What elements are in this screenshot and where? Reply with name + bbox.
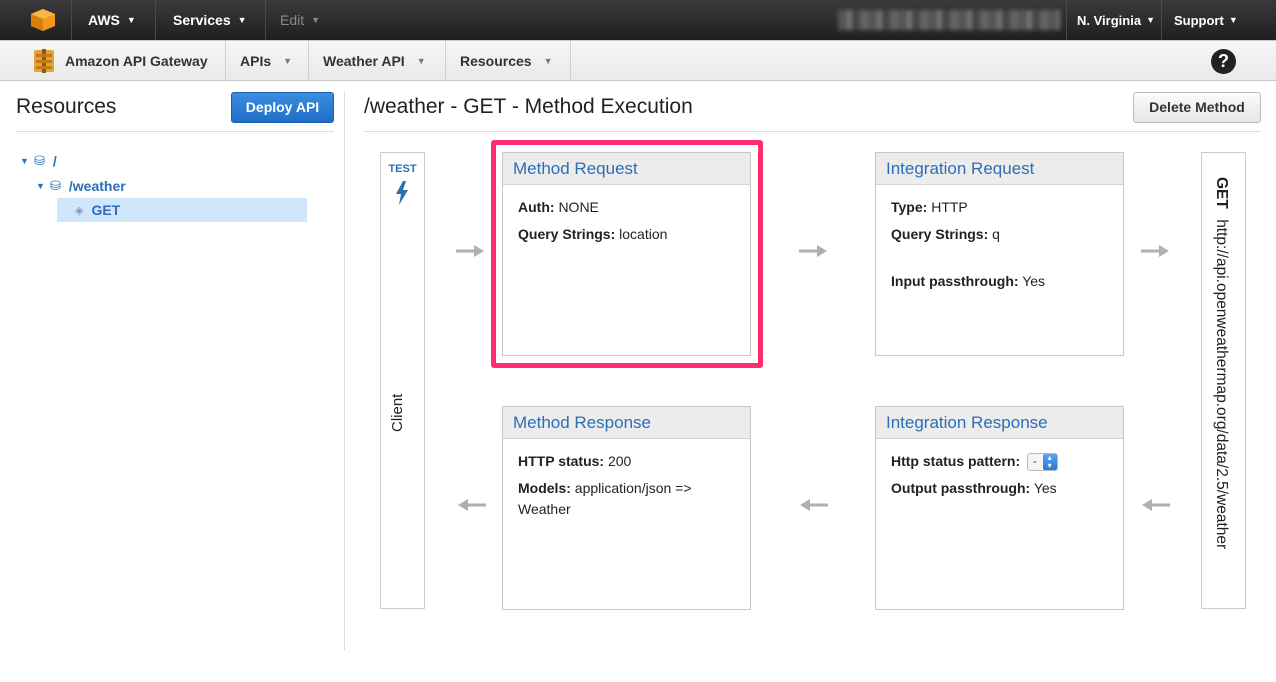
input-passthrough-key: Input passthrough:: [891, 273, 1019, 289]
help-icon[interactable]: ?: [1211, 49, 1236, 74]
topbar-divider: [71, 0, 72, 40]
chevron-down-icon: ▼: [237, 15, 247, 25]
tree-item-label: /weather: [68, 178, 126, 194]
resources-menu[interactable]: Resources ▼: [446, 41, 571, 81]
service-home-link[interactable]: Amazon API Gateway: [15, 41, 226, 81]
arrow-left-icon: [1142, 499, 1170, 511]
services-menu[interactable]: Services ▼: [173, 0, 247, 40]
deploy-api-button[interactable]: Deploy API: [231, 92, 334, 123]
chevron-down-icon: ▼: [126, 15, 136, 25]
region-menu[interactable]: N. Virginia ▼: [1077, 0, 1155, 40]
resource-icon: ⛁: [50, 178, 61, 193]
chevron-down-icon: ▼: [1146, 15, 1155, 25]
chevron-down-icon: ▼: [416, 56, 426, 66]
test-link[interactable]: TEST: [381, 163, 424, 175]
topbar-divider: [1066, 0, 1067, 40]
support-label: Support: [1174, 12, 1224, 28]
tree-item-weather[interactable]: ▼ ⛁ /weather: [36, 174, 126, 198]
integration-response-box[interactable]: Integration Response Http status pattern…: [875, 406, 1124, 610]
client-label: Client: [389, 393, 406, 433]
panel-divider: [344, 92, 345, 650]
resources-heading: Resources: [16, 95, 117, 118]
lightning-bolt-icon[interactable]: [395, 181, 409, 205]
endpoint-panel: GET http://api.openweathermap.org/data/2…: [1201, 152, 1246, 609]
api-name: Weather API: [323, 53, 405, 69]
aws-menu[interactable]: AWS ▼: [88, 0, 136, 40]
service-nav-bar: Amazon API Gateway APIs ▼ Weather API ▼ …: [0, 40, 1276, 81]
endpoint-method: GET: [1213, 177, 1230, 209]
api-selector[interactable]: Weather API ▼: [309, 41, 446, 81]
type-value: HTTP: [931, 199, 968, 215]
http-status-key: HTTP status:: [518, 453, 605, 469]
highlight-annotation: [491, 140, 763, 368]
endpoint-label: GET http://api.openweathermap.org/data/2…: [1212, 177, 1230, 549]
topbar-divider: [155, 0, 156, 40]
account-name-redacted[interactable]: [838, 10, 1060, 30]
tree-item-root[interactable]: ▼ ⛁ /: [20, 149, 57, 173]
tree-item-label: GET: [91, 202, 121, 218]
tree-item-get[interactable]: ◈ GET: [75, 198, 120, 222]
arrow-right-icon: [1141, 245, 1169, 257]
resources-label: Resources: [460, 53, 532, 69]
topbar-divider: [1161, 0, 1162, 40]
support-menu[interactable]: Support ▼: [1174, 0, 1238, 40]
region-label: N. Virginia: [1077, 12, 1142, 28]
topbar-divider: [265, 0, 266, 40]
integration-request-title[interactable]: Integration Request: [876, 153, 1123, 185]
tree-item-label: /: [52, 153, 57, 169]
chevron-down-icon: ▼: [311, 15, 321, 25]
chevron-down-icon: ▼: [543, 56, 553, 66]
top-bar: AWS ▼ Services ▼ Edit ▼ N. Virginia ▼ Su…: [0, 0, 1276, 40]
caret-down-icon[interactable]: ▼: [36, 181, 50, 191]
status-pattern-select[interactable]: - ▴ ▾: [1027, 453, 1058, 472]
page-title: /weather - GET - Method Execution: [364, 95, 693, 118]
arrow-right-icon: [799, 245, 827, 257]
services-menu-label: Services: [173, 12, 231, 28]
client-panel: TEST Client: [380, 152, 425, 609]
apis-label: APIs: [240, 53, 272, 69]
output-passthrough-key: Output passthrough:: [891, 480, 1031, 496]
method-response-box[interactable]: Method Response HTTP status: 200 Models:…: [502, 406, 751, 610]
chevron-down-icon: ▼: [1228, 15, 1238, 25]
query-strings-value: q: [992, 226, 1000, 242]
stepper-icon: ▴ ▾: [1042, 454, 1057, 471]
service-name: Amazon API Gateway: [65, 53, 208, 69]
http-status-value: 200: [607, 453, 632, 469]
caret-down-icon[interactable]: ▼: [20, 156, 34, 166]
aws-cube-icon[interactable]: [30, 8, 56, 32]
aws-menu-label: AWS: [88, 12, 120, 28]
delete-method-button[interactable]: Delete Method: [1133, 92, 1261, 123]
arrow-left-icon: [458, 499, 486, 511]
status-pattern-value: -: [1033, 455, 1037, 468]
divider: [15, 131, 334, 132]
divider: [364, 131, 1261, 132]
chevron-down-icon: ▼: [283, 56, 293, 66]
edit-menu-label: Edit: [280, 12, 305, 28]
type-key: Type:: [891, 199, 928, 215]
method-cube-icon: ◈: [75, 204, 84, 217]
arrow-right-icon: [456, 245, 484, 257]
output-passthrough-value: Yes: [1033, 480, 1057, 496]
integration-response-title[interactable]: Integration Response: [876, 407, 1123, 439]
endpoint-url: http://api.openweathermap.org/data/2.5/w…: [1213, 219, 1230, 550]
resource-icon: ⛁: [34, 153, 45, 168]
integration-request-box[interactable]: Integration Request Type: HTTP Query Str…: [875, 152, 1124, 356]
query-strings-key: Query Strings:: [891, 226, 989, 242]
status-pattern-key: Http status pattern:: [891, 453, 1021, 469]
apis-menu[interactable]: APIs ▼: [226, 41, 309, 81]
edit-menu[interactable]: Edit ▼: [280, 0, 320, 40]
models-key: Models:: [518, 480, 571, 496]
arrow-left-icon: [800, 499, 828, 511]
input-passthrough-value: Yes: [1022, 273, 1046, 289]
method-response-title[interactable]: Method Response: [503, 407, 750, 439]
